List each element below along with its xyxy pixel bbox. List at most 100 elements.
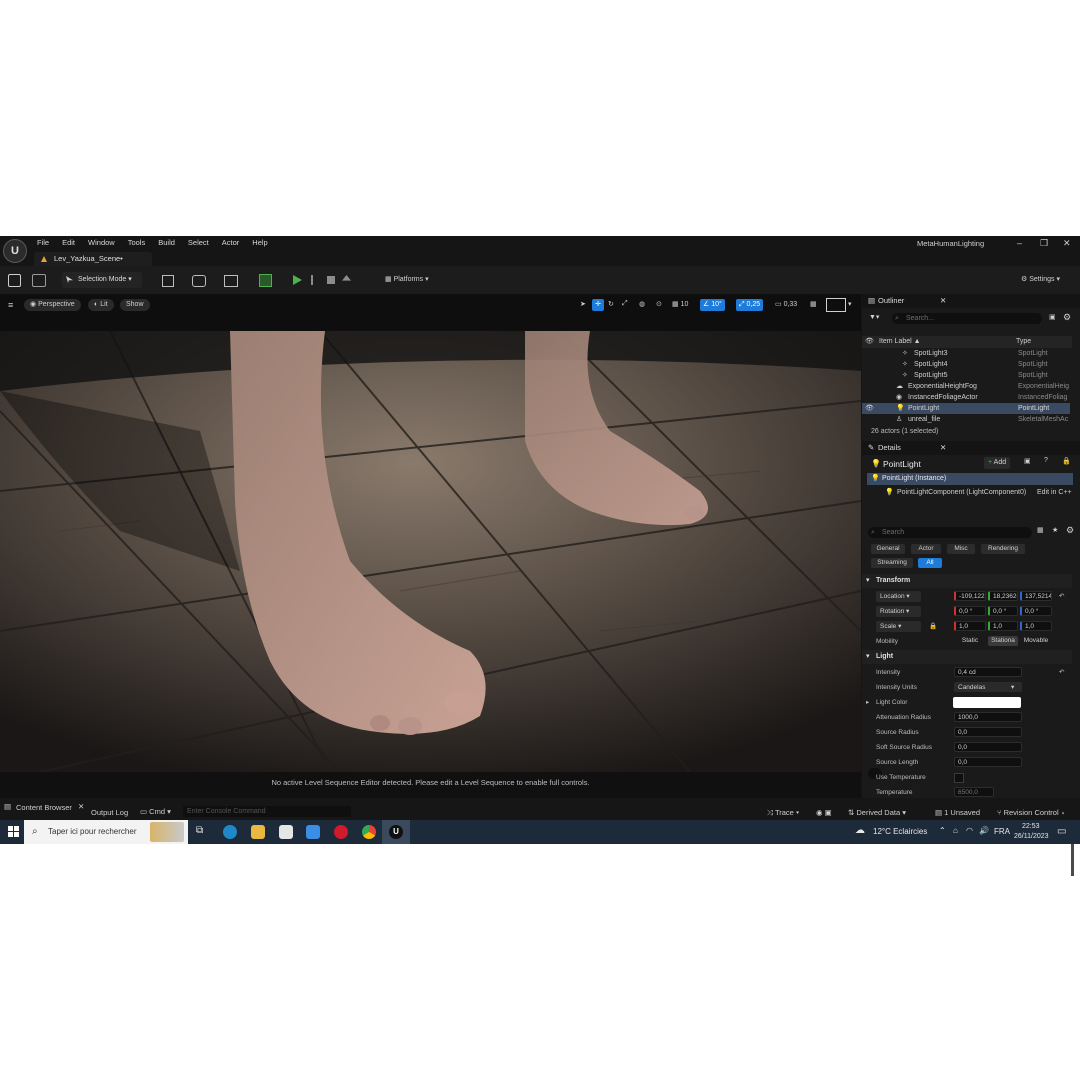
reset-icon[interactable]: ↶ bbox=[1059, 589, 1064, 604]
opera-icon[interactable] bbox=[334, 825, 348, 839]
outliner-row-selected[interactable]: 👁 💡 PointLight PointLight bbox=[862, 403, 1070, 414]
details-settings-icon[interactable]: ⚙ bbox=[1066, 525, 1074, 536]
type-column[interactable]: Type bbox=[1016, 336, 1031, 348]
unreal-logo-icon[interactable]: U bbox=[3, 239, 27, 263]
intensity-field[interactable]: 0,4 cd bbox=[954, 667, 1022, 677]
component-label[interactable]: PointLightComponent (LightComponent0) bbox=[897, 489, 1026, 496]
output-log-button[interactable]: Output Log bbox=[91, 808, 128, 817]
surface-snap-icon[interactable]: ⊙ bbox=[656, 300, 662, 308]
chrome-icon[interactable] bbox=[362, 825, 376, 839]
platforms-button[interactable]: ▦ Platforms ▾ bbox=[385, 273, 429, 287]
category-misc[interactable]: Misc bbox=[947, 544, 975, 554]
scale-snap-button[interactable]: ⤢ 0,25 bbox=[736, 299, 764, 311]
revision-control-button[interactable]: ⑂ Revision Control ▾ bbox=[997, 808, 1065, 817]
clock-date[interactable]: 26/11/2023 bbox=[1014, 833, 1049, 840]
close-window-icon[interactable]: ✕ bbox=[1063, 238, 1071, 249]
language-indicator[interactable]: FRA bbox=[994, 827, 1010, 836]
lock-icon[interactable]: 🔒 bbox=[1062, 457, 1071, 465]
edit-in-cpp-link[interactable]: Edit in C++ bbox=[1037, 489, 1072, 496]
selection-mode-dropdown[interactable]: Selection Mode ▾ bbox=[62, 272, 142, 288]
source-radius-field[interactable]: 0,0 bbox=[954, 727, 1022, 737]
intensity-units-dropdown[interactable]: Candelas ▾ bbox=[954, 682, 1022, 692]
visibility-icon[interactable]: 👁 bbox=[865, 336, 874, 348]
outliner-row[interactable]: ✧ SpotLight4 SpotLight bbox=[862, 359, 1070, 370]
scene-render[interactable] bbox=[0, 331, 861, 772]
taskbar-search-input[interactable]: ⌕ Taper ici pour rechercher bbox=[24, 820, 188, 844]
close-content-browser-icon[interactable]: ✕ bbox=[78, 802, 84, 811]
mobility-stationary[interactable]: Stationa bbox=[988, 636, 1018, 646]
eject-icon[interactable] bbox=[342, 275, 351, 281]
hamburger-icon[interactable]: ≡ bbox=[8, 300, 13, 310]
light-color-swatch[interactable] bbox=[953, 697, 1021, 708]
content-browser-button[interactable]: Content Browser bbox=[16, 803, 72, 812]
modes-icon[interactable] bbox=[259, 274, 272, 287]
location-y-field[interactable]: 18,23626 bbox=[988, 591, 1018, 601]
star-icon[interactable]: ★ bbox=[1052, 526, 1058, 534]
instance-row[interactable]: 💡 PointLight (Instance) bbox=[867, 473, 1073, 485]
settings-button[interactable]: ⚙ Settings ▾ bbox=[1021, 273, 1060, 287]
clock-time[interactable]: 22:53 bbox=[1022, 823, 1040, 830]
transform-section[interactable]: ▾ Transform bbox=[862, 574, 1072, 588]
category-rendering[interactable]: Rendering bbox=[981, 544, 1025, 554]
scale-x-field[interactable]: 1,0 bbox=[954, 621, 986, 631]
mobility-static[interactable]: Static bbox=[954, 636, 986, 646]
chevron-right-icon[interactable]: ▸ bbox=[866, 695, 869, 710]
restore-icon[interactable]: ❐ bbox=[1040, 238, 1048, 249]
file-explorer-icon[interactable] bbox=[251, 825, 265, 839]
category-general[interactable]: General bbox=[871, 544, 905, 554]
scale-dropdown[interactable]: Scale ▾ bbox=[876, 621, 921, 632]
location-dropdown[interactable]: Location ▾ bbox=[876, 591, 921, 602]
task-view-icon[interactable]: ⧉ bbox=[196, 825, 203, 836]
mobility-movable[interactable]: Movable bbox=[1020, 636, 1052, 646]
level-viewport[interactable]: ≡ ◉ Perspective ◐ Lit Show ➤ ✛ ↻ ⤢ ◍ ⊙ ▦… bbox=[0, 294, 861, 798]
notifications-icon[interactable]: ▭ bbox=[1057, 826, 1066, 837]
add-component-button[interactable]: + Add bbox=[984, 457, 1011, 469]
rotation-dropdown[interactable]: Rotation ▾ bbox=[876, 606, 921, 617]
select-tool-icon[interactable]: ➤ bbox=[580, 300, 586, 308]
table-view-icon[interactable]: ▦ bbox=[1037, 526, 1044, 534]
wifi-icon[interactable]: ◠ bbox=[966, 826, 973, 835]
outliner-settings-icon[interactable]: ⚙ bbox=[1063, 312, 1071, 323]
save-icon[interactable] bbox=[8, 274, 21, 287]
show-button[interactable]: Show bbox=[120, 299, 150, 311]
lock-scale-icon[interactable]: 🔒 bbox=[929, 619, 937, 634]
menu-build[interactable]: Build bbox=[158, 238, 175, 247]
camera-speed-button[interactable]: ▭ 0,33 bbox=[775, 300, 797, 308]
menu-help[interactable]: Help bbox=[252, 238, 267, 247]
weather-text[interactable]: 12°C Eclaircies bbox=[873, 827, 927, 836]
lit-button[interactable]: ◐ Lit bbox=[88, 299, 114, 311]
category-all[interactable]: All bbox=[918, 558, 942, 568]
windows-start-icon[interactable] bbox=[8, 826, 19, 837]
chevron-up-icon[interactable]: ⌃ bbox=[939, 826, 946, 835]
menu-file[interactable]: File bbox=[37, 238, 49, 247]
reset-icon[interactable]: ↶ bbox=[1059, 665, 1064, 680]
blueprint-convert-icon[interactable]: ▣ bbox=[1024, 457, 1031, 465]
perspective-button[interactable]: ◉ Perspective bbox=[24, 299, 81, 311]
unsaved-button[interactable]: ▤ 1 Unsaved bbox=[935, 808, 980, 817]
eye-icon[interactable]: 👁 bbox=[865, 403, 874, 414]
derived-data-button[interactable]: ⇅ Derived Data ▾ bbox=[848, 808, 906, 817]
outliner-row[interactable]: ✧ SpotLight5 SpotLight bbox=[862, 370, 1070, 381]
help-icon[interactable]: ? bbox=[1044, 457, 1048, 464]
location-z-field[interactable]: 137,5214 bbox=[1020, 591, 1052, 601]
move-tool-icon[interactable]: ✛ bbox=[592, 299, 604, 311]
blueprint-icon[interactable] bbox=[192, 275, 206, 287]
menu-edit[interactable]: Edit bbox=[62, 238, 75, 247]
rotation-snap-button[interactable]: ∠ 10° bbox=[700, 299, 725, 311]
level-tab[interactable]: Lev_Yazkua_Scene• bbox=[34, 252, 152, 266]
outliner-search-input[interactable]: ⌕ Search... bbox=[892, 313, 1042, 324]
item-label-column[interactable]: Item Label ▲ bbox=[879, 336, 921, 348]
category-actor[interactable]: Actor bbox=[911, 544, 941, 554]
rotation-x-field[interactable]: 0,0 ° bbox=[954, 606, 986, 616]
attenuation-field[interactable]: 1000,0 bbox=[954, 712, 1022, 722]
grid-snap-button[interactable]: ▦ 10 bbox=[672, 300, 688, 308]
temperature-field[interactable]: 6500,0 bbox=[954, 787, 994, 797]
stop-icon[interactable] bbox=[327, 276, 335, 284]
menu-window[interactable]: Window bbox=[88, 238, 115, 247]
menu-actor[interactable]: Actor bbox=[222, 238, 240, 247]
cinematics-icon[interactable] bbox=[224, 275, 238, 287]
source-length-field[interactable]: 0,0 bbox=[954, 757, 1022, 767]
filter-icon[interactable]: ▼▾ bbox=[869, 313, 879, 321]
rotation-z-field[interactable]: 0,0 ° bbox=[1020, 606, 1052, 616]
category-streaming[interactable]: Streaming bbox=[871, 558, 913, 568]
